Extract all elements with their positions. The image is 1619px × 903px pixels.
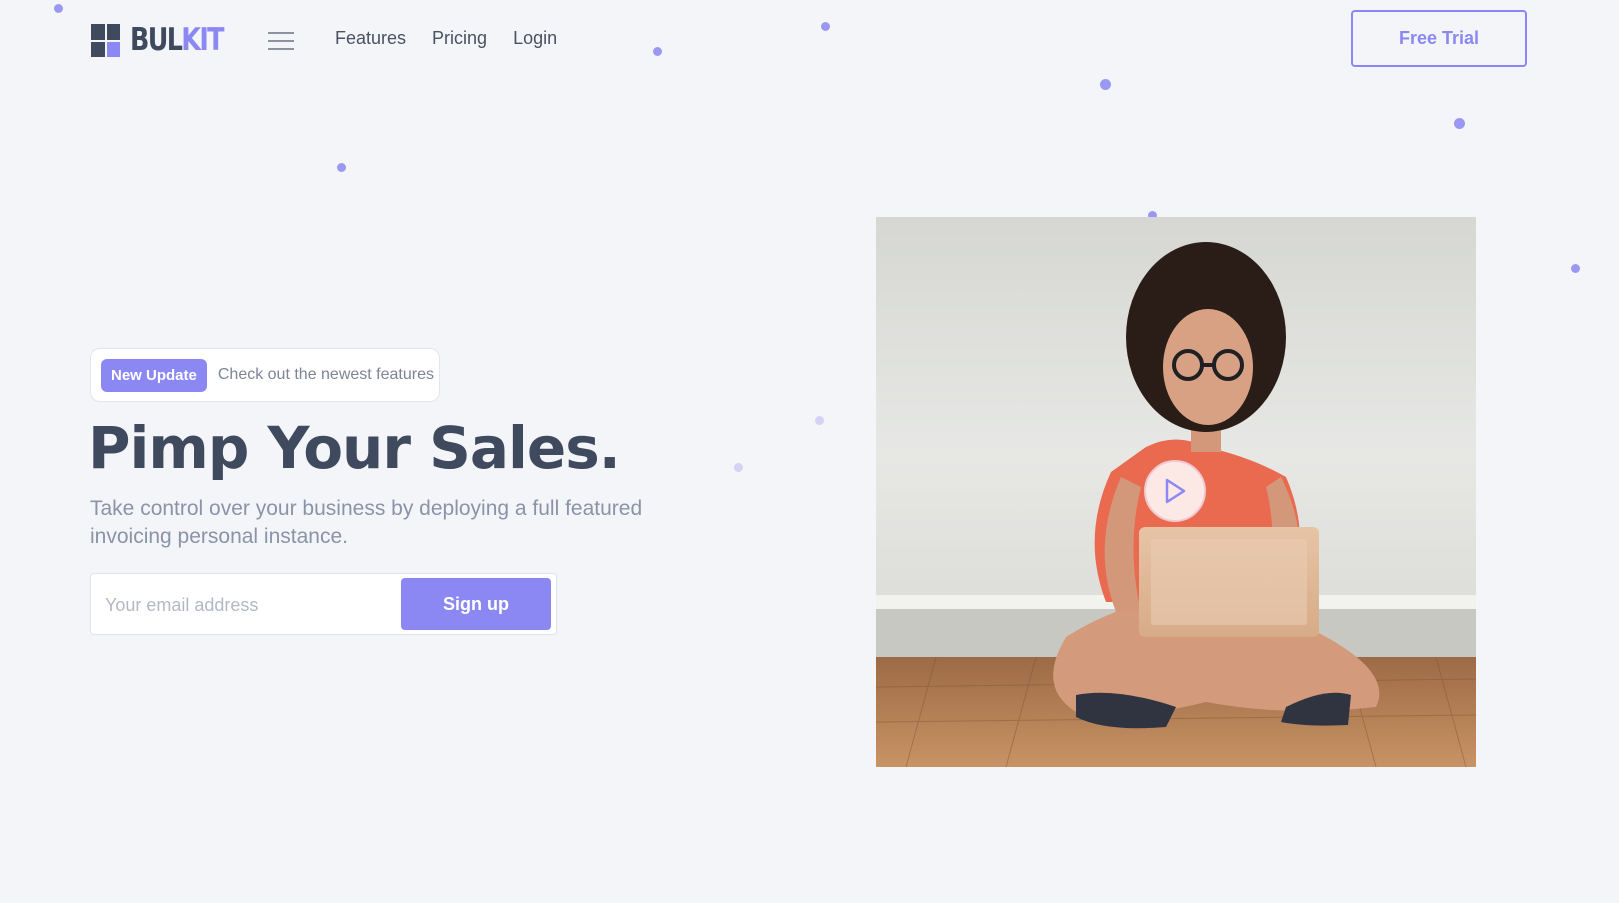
signup-form: Sign up bbox=[90, 573, 557, 635]
play-icon bbox=[1165, 478, 1186, 504]
decor-dot bbox=[1571, 264, 1580, 273]
nav-link-pricing[interactable]: Pricing bbox=[432, 28, 487, 49]
decor-dot bbox=[1454, 118, 1465, 129]
brand-name: BULKIT bbox=[130, 22, 225, 58]
landing-page: BULKIT Features Pricing Login Free Trial… bbox=[0, 0, 1619, 903]
nav-link-features[interactable]: Features bbox=[335, 28, 406, 49]
decor-dot bbox=[653, 47, 662, 56]
play-video-button[interactable] bbox=[1144, 460, 1206, 522]
brand-logo[interactable]: BULKIT bbox=[91, 24, 243, 57]
main-nav: Features Pricing Login bbox=[335, 28, 557, 49]
brand-name-light: KIT bbox=[181, 22, 224, 58]
email-input[interactable] bbox=[103, 588, 387, 622]
decor-dot bbox=[54, 4, 63, 13]
free-trial-button[interactable]: Free Trial bbox=[1351, 10, 1527, 67]
decor-dot bbox=[337, 163, 346, 172]
hero-subtitle: Take control over your business by deplo… bbox=[90, 497, 643, 548]
update-announcement-text: Check out the newest features bbox=[217, 366, 434, 383]
update-announcement[interactable]: New Update Check out the newest features bbox=[90, 348, 440, 402]
decor-dot bbox=[815, 416, 824, 425]
signup-button[interactable]: Sign up bbox=[401, 578, 551, 630]
hero-title: Pimp Your Sales. bbox=[88, 414, 621, 482]
decor-dot bbox=[1100, 79, 1111, 90]
decor-dot bbox=[734, 463, 743, 472]
logo-grid-icon bbox=[91, 24, 120, 57]
nav-link-login[interactable]: Login bbox=[513, 28, 557, 49]
new-update-badge: New Update bbox=[101, 358, 207, 392]
decor-dot bbox=[821, 22, 830, 31]
menu-icon[interactable] bbox=[268, 32, 294, 50]
brand-name-dark: BUL bbox=[130, 22, 183, 58]
